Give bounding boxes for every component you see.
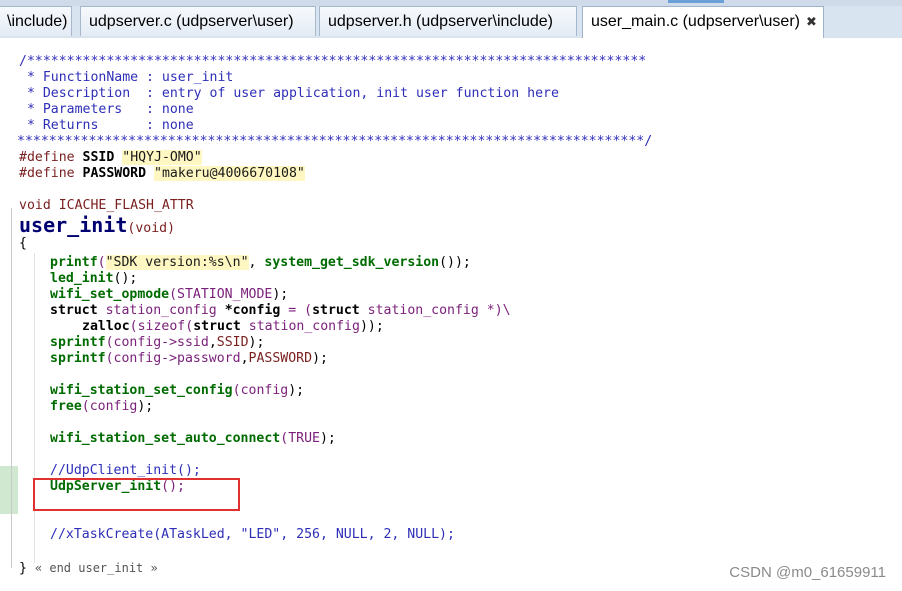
- code-line-function-header: user_init(void): [19, 214, 175, 237]
- auto-connect-call: wifi_station_set_auto_connect: [50, 431, 281, 446]
- code-line-task-comment: //xTaskCreate(ATaskLed, "LED", 256, NULL…: [50, 527, 455, 542]
- struct-keyword: struct: [50, 303, 98, 318]
- code-line-close-brace: } « end user_init »: [19, 560, 158, 577]
- struct-type-sizeof: station_config: [248, 319, 360, 334]
- code-line-define-ssid: #define SSID "HQYJ-OMO": [19, 150, 202, 166]
- station-mode-macro: STATION_MODE: [177, 287, 273, 302]
- code-line-void-attr: void ICACHE_FLASH_ATTR: [19, 198, 194, 214]
- config-pointer: *config: [224, 303, 281, 318]
- printf-call: printf: [50, 255, 98, 270]
- tab-user-main-c[interactable]: user_main.c (udpserver\user) ✖: [582, 6, 824, 38]
- comment-function-name: * FunctionName : user_init: [19, 70, 234, 85]
- code-editor[interactable]: /***************************************…: [0, 38, 902, 591]
- code-line-open-brace: {: [19, 236, 27, 251]
- macro-password: PASSWORD: [82, 166, 147, 181]
- password-macro-ref: PASSWORD: [248, 351, 313, 366]
- function-title: user_init: [19, 213, 128, 237]
- close-tab-icon[interactable]: ✖: [806, 14, 817, 29]
- sdk-version-call: system_get_sdk_version: [264, 255, 440, 270]
- changed-lines-marker: [0, 466, 18, 514]
- struct-keyword-cast: struct: [312, 303, 360, 318]
- sprintf-call: sprintf: [50, 335, 106, 350]
- comment-banner-bottom: ****************************************…: [17, 134, 653, 149]
- ssid-string: "HQYJ-OMO": [122, 150, 202, 165]
- code-line-set-config: wifi_station_set_config(config);: [50, 383, 305, 398]
- code-line-define-password: #define PASSWORD "makeru@4006670108": [19, 166, 305, 182]
- void-keyword: void: [19, 198, 51, 213]
- define-keyword: #define: [19, 166, 75, 181]
- code-line-udpclient-comment: //UdpClient_init();: [50, 463, 201, 478]
- tab-label: \include): [7, 13, 68, 30]
- struct-keyword-sizeof: struct: [193, 319, 241, 334]
- code-line-struct-decl: struct station_config *config = (struct …: [50, 303, 511, 318]
- code-line-sprintf-ssid: sprintf(config->ssid,SSID);: [50, 335, 265, 350]
- define-keyword: #define: [19, 150, 75, 165]
- code-line-auto-connect: wifi_station_set_auto_connect(TRUE);: [50, 431, 336, 446]
- zalloc-call: zalloc: [82, 319, 130, 334]
- macro-ssid: SSID: [82, 150, 115, 165]
- tab-udpserver-c[interactable]: udpserver.c (udpserver\user): [80, 6, 316, 36]
- struct-type: station_config: [105, 303, 217, 318]
- led-init-call: led_init: [50, 271, 114, 286]
- attr-macro: ICACHE_FLASH_ATTR: [58, 198, 194, 213]
- printf-format-string: "SDK version:%s\n": [105, 255, 249, 270]
- code-line-free: free(config);: [50, 399, 154, 414]
- config-arg: config: [240, 383, 289, 398]
- set-config-call: wifi_station_set_config: [50, 383, 233, 398]
- fold-guide: [11, 208, 12, 568]
- ssid-macro-ref: SSID: [216, 335, 249, 350]
- code-line-zalloc: zalloc(sizeof(struct station_config));: [82, 319, 384, 334]
- annotation-highlight-box: [33, 478, 240, 511]
- ssid-field: config->ssid: [113, 335, 209, 350]
- sprintf-call: sprintf: [50, 351, 106, 366]
- tab-label: udpserver.c (udpserver\user): [89, 13, 294, 30]
- code-line-set-opmode: wifi_set_opmode(STATION_MODE);: [50, 287, 289, 302]
- comment-parameters: * Parameters : none: [19, 102, 194, 117]
- code-line-led-init: led_init();: [50, 271, 138, 286]
- tab-label: user_main.c (udpserver\user): [591, 13, 800, 30]
- code-line-sprintf-password: sprintf(config->password,PASSWORD);: [50, 351, 328, 366]
- tab-bar-accent: [668, 0, 724, 3]
- config-arg: config: [89, 399, 138, 414]
- password-field: config->password: [113, 351, 241, 366]
- tab-label: udpserver.h (udpserver\include): [328, 13, 554, 30]
- tab-include[interactable]: \include): [0, 6, 72, 36]
- tab-udpserver-h[interactable]: udpserver.h (udpserver\include): [319, 6, 577, 36]
- end-function-note: « end user_init »: [34, 561, 158, 575]
- password-string: "makeru@4006670108": [154, 166, 305, 181]
- true-macro: TRUE: [288, 431, 320, 446]
- comment-returns: * Returns : none: [19, 118, 194, 133]
- watermark: CSDN @m0_61659911: [729, 564, 886, 581]
- indent-guide: [34, 253, 35, 563]
- comment-description: * Description : entry of user applicatio…: [19, 86, 559, 101]
- struct-type-cast: station_config: [367, 303, 479, 318]
- code-line-printf: printf("SDK version:%s\n", system_get_sd…: [50, 255, 471, 270]
- set-opmode-call: wifi_set_opmode: [50, 287, 170, 302]
- free-call: free: [50, 399, 82, 414]
- close-brace: }: [19, 561, 27, 576]
- sizeof-keyword: sizeof: [137, 319, 186, 334]
- function-params: (void): [127, 221, 176, 236]
- tab-bar: \include) udpserver.c (udpserver\user) u…: [0, 0, 902, 39]
- comment-banner-top: /***************************************…: [19, 54, 647, 69]
